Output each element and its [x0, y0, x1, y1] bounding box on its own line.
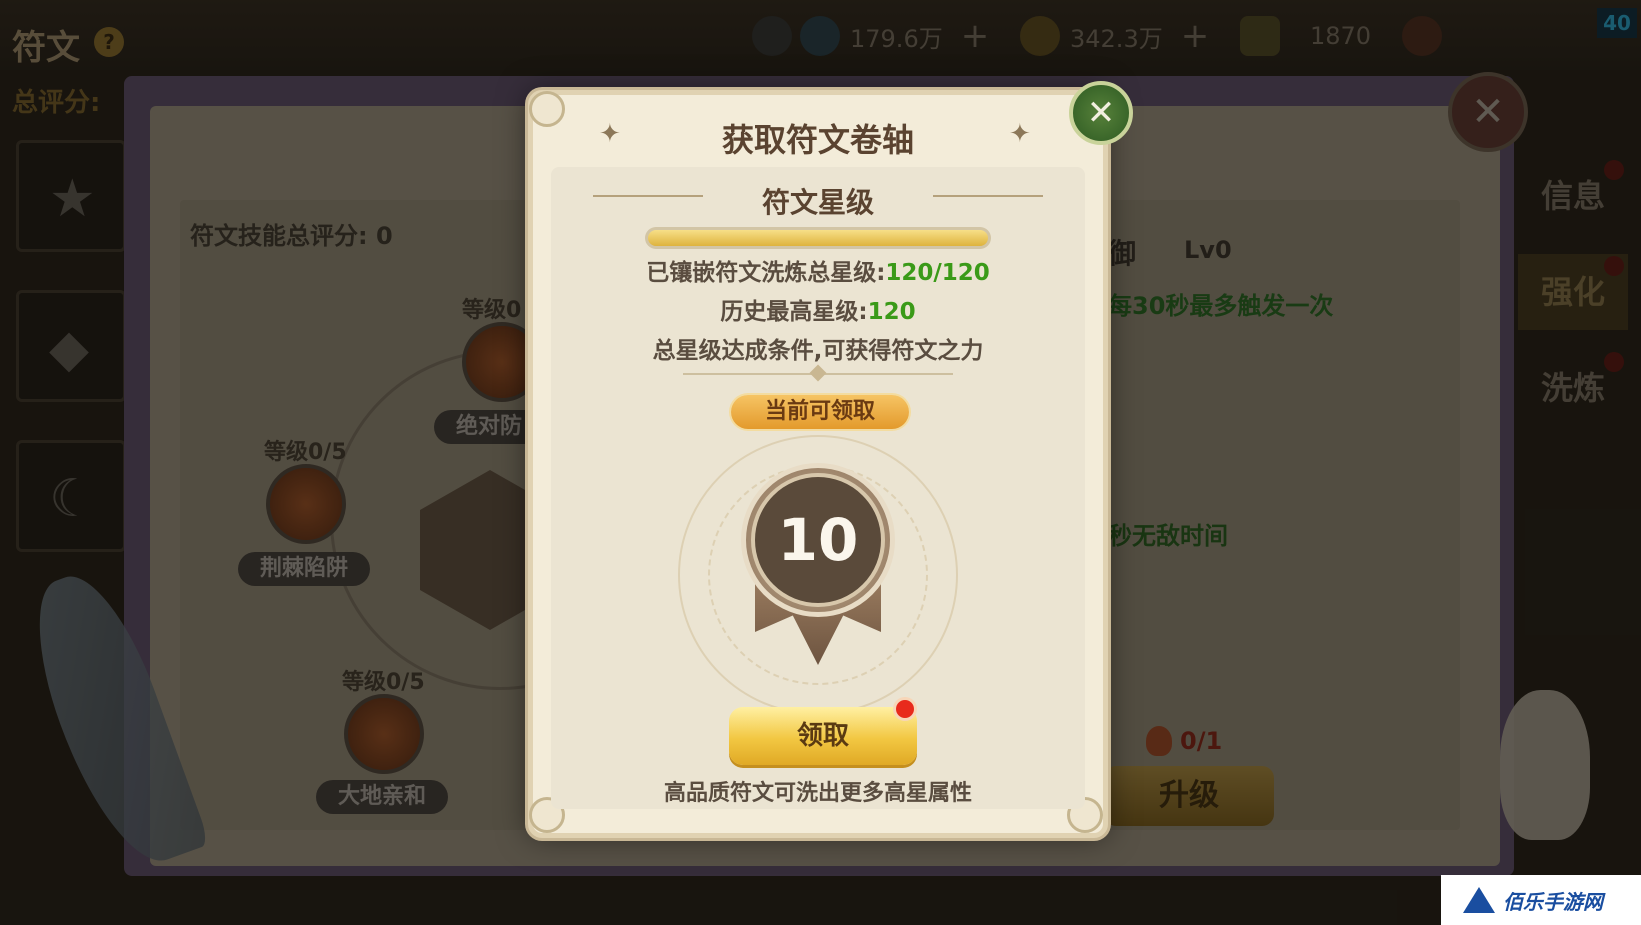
total-star-value: 120/120: [885, 260, 990, 286]
medal-value: 10: [751, 473, 885, 607]
moon-icon: ☾: [49, 469, 96, 529]
crystal-amount: 179.6万: [850, 24, 943, 53]
notification-dot: [1604, 256, 1624, 276]
rune-skill-total-score: 符文技能总评分: 0: [190, 222, 393, 250]
skill-level: Lv0: [1184, 236, 1232, 264]
star-icon: ★: [49, 169, 96, 229]
rune-scroll-dialog: ✦ 获取符文卷轴 ✦ ✕ 符文星级 已镶嵌符文洗炼总星级:120/120 历史最…: [528, 81, 1133, 838]
close-icon[interactable]: ✕: [1448, 72, 1528, 152]
tab-label: 信息: [1540, 177, 1605, 215]
top-bar: 符文 ? 179.6万 + 342.3万 + 1870: [0, 0, 1641, 70]
claim-button[interactable]: 领取: [729, 707, 917, 765]
notification-dot: [1604, 160, 1624, 180]
gold-amount: 342.3万: [1070, 24, 1163, 53]
diamond-icon: ◆: [49, 319, 89, 379]
earth-skill-icon[interactable]: [344, 694, 424, 774]
swirl-ornament: [933, 195, 1043, 197]
dropdown-button[interactable]: [1402, 16, 1442, 56]
watermark: 佰乐手游网: [1441, 875, 1641, 925]
skill-title: 御: [1108, 237, 1137, 270]
flame-icon: [1146, 726, 1172, 756]
total-star-line: 已镶嵌符文洗炼总星级:120/120: [533, 253, 1103, 287]
blue-crystal-icon: [800, 16, 840, 56]
side-tab-star[interactable]: ★: [16, 140, 126, 252]
side-tab-gem[interactable]: ◆: [16, 290, 126, 402]
sparkle-icon: ✦: [1009, 119, 1031, 149]
upgrade-button[interactable]: 升级: [1104, 766, 1274, 826]
notification-dot: [1604, 352, 1624, 372]
chevron-down-icon: [1402, 16, 1442, 56]
history-star-line: 历史最高星级:120: [533, 292, 1103, 326]
resource-bar-0: [752, 16, 792, 56]
resource-gem: 1870: [1240, 16, 1371, 56]
node-level: 等级0/5: [342, 670, 425, 695]
skill-name-label: 荆棘陷阱: [238, 552, 371, 586]
claimable-badge: 当前可领取: [731, 395, 909, 429]
gold-coin-icon: [1020, 16, 1060, 56]
node-level: 等级0: [462, 298, 522, 323]
skill-name-label: 大地亲和: [316, 780, 449, 814]
gem-amount: 1870: [1310, 22, 1372, 50]
star-progress-bar: [645, 227, 991, 249]
side-tab-moon[interactable]: ☾: [16, 440, 126, 552]
history-star-label: 历史最高星级:: [720, 299, 868, 325]
star-progress-fill: [648, 230, 988, 246]
logo-icon: [1463, 887, 1495, 913]
settings-icon[interactable]: [752, 16, 792, 56]
help-icon[interactable]: ?: [94, 27, 124, 57]
tab-enhance[interactable]: 强化: [1518, 254, 1628, 330]
add-gold-button[interactable]: +: [1181, 19, 1210, 53]
resource-gold: 342.3万 +: [1020, 16, 1209, 56]
fps-counter: 40: [1597, 8, 1637, 38]
close-button[interactable]: ✕: [1069, 81, 1133, 145]
tab-refine[interactable]: 洗炼: [1518, 350, 1628, 426]
cost-value: 0/1: [1180, 727, 1223, 755]
target-skill-icon[interactable]: [266, 464, 346, 544]
tab-label: 洗炼: [1540, 369, 1605, 407]
node-level: 等级0/5: [264, 440, 347, 465]
section-title: 符文星级: [761, 186, 874, 219]
tab-label: 强化: [1540, 273, 1605, 311]
skill-description-2: 秒无敌时间: [1108, 522, 1228, 550]
condition-text: 总星级达成条件,可获得符文之力: [652, 338, 984, 364]
notification-dot: [893, 697, 917, 721]
total-score-label: 总评分:: [12, 88, 101, 118]
skill-description: 每30秒最多触发一次: [1108, 292, 1334, 320]
total-star-label: 已镶嵌符文洗炼总星级:: [646, 260, 886, 286]
history-star-value: 120: [867, 299, 916, 325]
watermark-text: 佰乐手游网: [1503, 889, 1603, 914]
page-title: 符文: [12, 28, 80, 68]
mascot-character: [1500, 690, 1590, 840]
add-crystal-button[interactable]: +: [961, 19, 990, 53]
upgrade-cost: 0/1: [1146, 726, 1222, 756]
gem-icon: [1240, 16, 1280, 56]
hint-text: 高品质符文可洗出更多高星属性: [663, 781, 972, 806]
tab-info[interactable]: 信息: [1518, 158, 1628, 234]
resource-crystal: 179.6万 +: [800, 16, 989, 56]
